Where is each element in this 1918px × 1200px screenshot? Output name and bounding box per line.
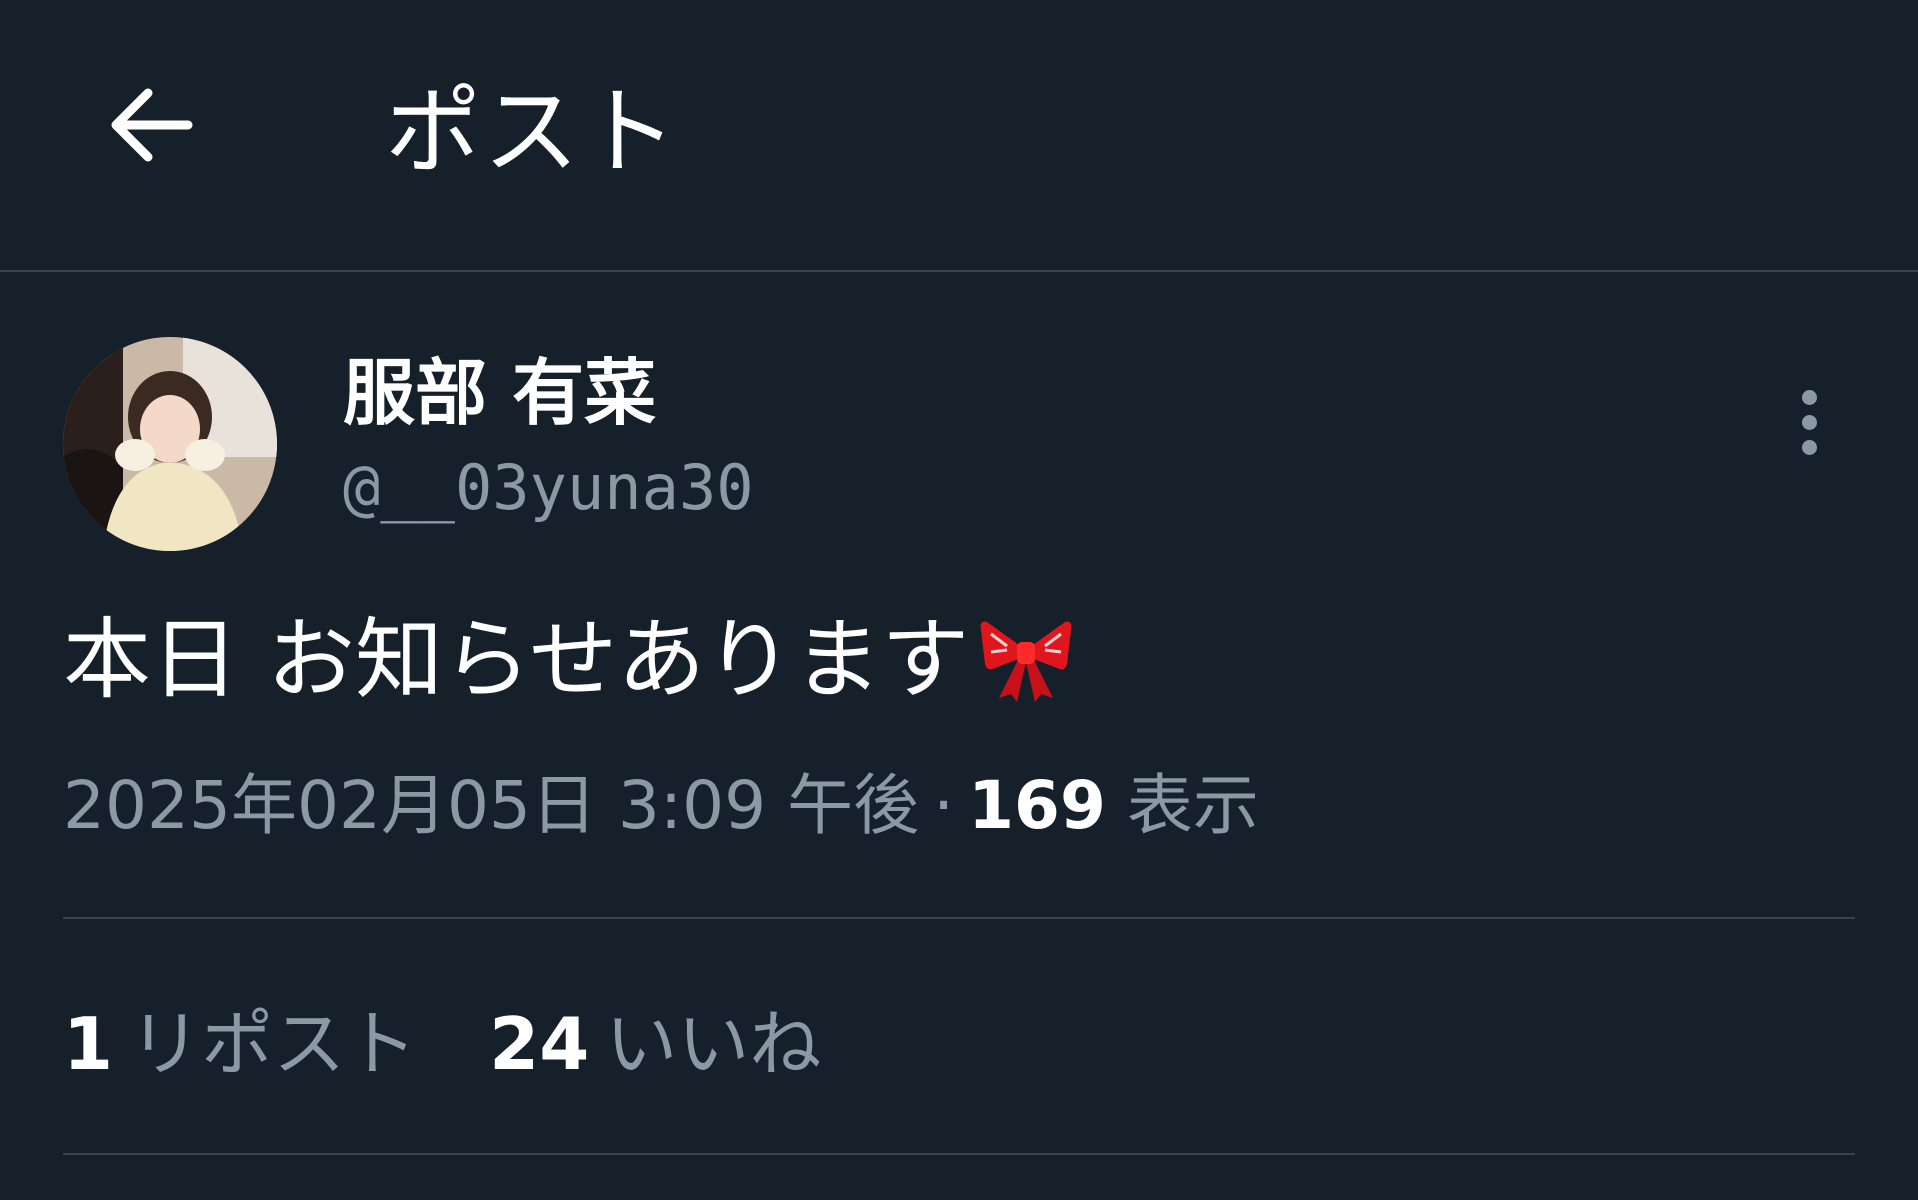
avatar[interactable] — [63, 337, 277, 551]
more-vertical-icon — [1802, 390, 1817, 405]
post-body: 本日 お知らせあります — [63, 608, 970, 711]
likes-stat[interactable]: 24 いいね — [489, 998, 821, 1090]
post-text: 本日 お知らせあります — [63, 610, 1075, 710]
meta-separator: · — [933, 767, 955, 844]
reposts-stat[interactable]: 1 リポスト — [63, 998, 417, 1090]
display-name[interactable]: 服部 有菜 — [343, 350, 656, 436]
avatar-photo — [63, 337, 277, 551]
more-dot — [1802, 415, 1817, 430]
arrow-left-icon — [111, 88, 193, 162]
back-button[interactable] — [100, 75, 200, 175]
divider — [63, 1153, 1855, 1155]
post-detail-page: ポスト 服部 有菜 @__03yuna30 本日 お知らせあります 2025年0… — [0, 0, 1918, 1200]
views-count: 169 — [968, 767, 1106, 844]
views-label: 表示 — [1126, 767, 1259, 844]
likes-label: いいね — [605, 1002, 822, 1086]
post-meta: 2025年02月05日 3:09 午後 · 169 表示 — [63, 760, 1259, 852]
divider — [63, 917, 1855, 919]
header: ポスト — [0, 0, 1918, 270]
reposts-count: 1 — [63, 1002, 114, 1086]
user-handle[interactable]: @__03yuna30 — [343, 448, 754, 528]
likes-count: 24 — [489, 1002, 590, 1086]
header-divider — [0, 270, 1918, 272]
page-title: ポスト — [385, 76, 679, 188]
ribbon-bow-icon — [977, 612, 1075, 702]
more-options-button[interactable] — [1780, 382, 1840, 462]
post-timestamp[interactable]: 2025年02月05日 3:09 午後 — [63, 767, 919, 844]
more-dot — [1802, 440, 1817, 455]
engagement-stats: 1 リポスト 24 いいね — [63, 998, 821, 1090]
reposts-label: リポスト — [129, 1002, 418, 1086]
